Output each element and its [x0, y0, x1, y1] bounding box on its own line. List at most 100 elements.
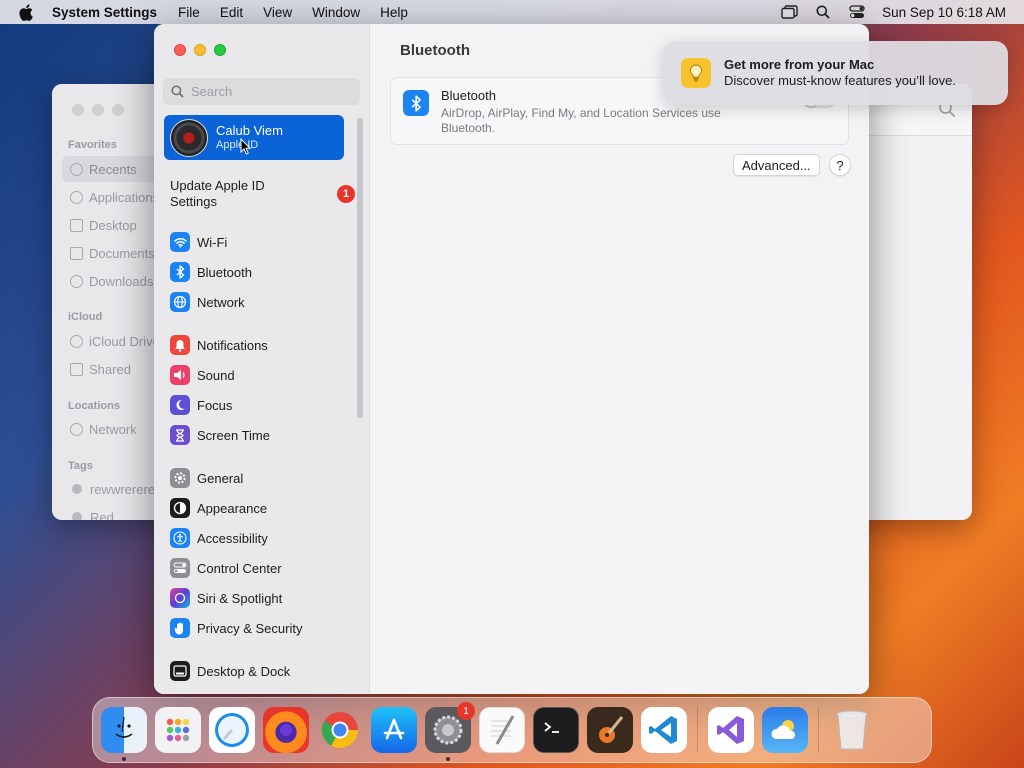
dock-visual-studio[interactable] — [708, 707, 754, 753]
menu-file[interactable]: File — [168, 5, 210, 20]
menu-window[interactable]: Window — [302, 5, 370, 20]
dock-separator — [697, 707, 698, 753]
sidebar-item-wifi[interactable]: Wi-Fi — [170, 230, 227, 254]
sidebar-search[interactable] — [163, 78, 360, 105]
dock-trash[interactable] — [829, 707, 875, 753]
sidebar-item-label: Accessibility — [197, 530, 268, 546]
minimize-window-button[interactable] — [194, 44, 206, 56]
running-indicator — [446, 757, 450, 761]
dock-chrome[interactable] — [317, 707, 363, 753]
clock-icon — [70, 162, 83, 176]
textedit-icon — [491, 715, 515, 745]
finder-icon — [115, 716, 133, 738]
finder-item-label: iCloud Drive — [89, 333, 160, 349]
document-icon — [70, 246, 83, 260]
sidebar-item-label: Network — [197, 294, 245, 310]
sidebar-item-appearance[interactable]: Appearance — [170, 496, 267, 520]
update-apple-id-settings[interactable]: Update Apple ID Settings 1 — [170, 178, 355, 210]
finder-item-label: Red — [90, 509, 114, 521]
menu-app-name[interactable]: System Settings — [52, 5, 168, 20]
dock-safari[interactable] — [209, 707, 255, 753]
dock-textedit[interactable] — [479, 707, 525, 753]
launchpad-icon — [166, 718, 190, 742]
settings-sidebar: Calub Viem Apple ID Update Apple ID Sett… — [154, 24, 370, 694]
sidebar-item-network[interactable]: Network — [170, 290, 245, 314]
dock-finder[interactable] — [101, 707, 147, 761]
avatar — [170, 118, 208, 157]
globe-icon — [170, 292, 190, 312]
sidebar-item-label: Bluetooth — [197, 264, 252, 280]
download-icon — [70, 274, 83, 288]
finder-section-tags: Tags — [68, 460, 93, 472]
dock-firefox[interactable] — [263, 707, 309, 753]
page-title: Bluetooth — [400, 42, 470, 59]
mouse-pointer-icon — [240, 138, 251, 155]
notification-title: Get more from your Mac — [724, 57, 875, 72]
help-button[interactable]: ? — [829, 154, 851, 176]
globe-icon — [70, 422, 83, 436]
sidebar-scrollbar[interactable] — [357, 118, 363, 418]
accessibility-icon — [170, 528, 190, 548]
finder-section-favorites: Favorites — [68, 139, 117, 151]
sidebar-item-notifications[interactable]: Notifications — [170, 333, 268, 357]
desktop-icon — [70, 218, 83, 232]
zoom-window-button[interactable] — [214, 44, 226, 56]
sidebar-item-focus[interactable]: Focus — [170, 393, 232, 417]
control-center-icon[interactable] — [840, 5, 874, 19]
notification-banner[interactable]: Get more from your Mac Discover must-kno… — [663, 41, 1008, 105]
dock-vscode[interactable] — [641, 707, 687, 753]
apple-id-profile[interactable]: Calub Viem Apple ID — [164, 115, 344, 160]
menu-edit[interactable]: Edit — [210, 5, 253, 20]
tag-dot-icon — [72, 512, 82, 520]
search-input[interactable] — [191, 84, 351, 99]
finder-item-label: Downloads — [89, 273, 154, 289]
finder-section-locations: Locations — [68, 400, 120, 412]
dock-separator — [818, 707, 819, 753]
sidebar-item-label: Appearance — [197, 500, 268, 516]
sidebar-item-accessibility[interactable]: Accessibility — [170, 526, 268, 550]
finder-item-label: Desktop — [89, 217, 137, 233]
tag-dot-icon — [72, 484, 82, 494]
sidebar-item-label: Control Center — [197, 560, 282, 576]
sidebar-item-siri-spotlight[interactable]: Siri & Spotlight — [170, 586, 282, 610]
dock-launchpad[interactable] — [155, 707, 201, 753]
sidebar-item-label: Desktop & Dock — [197, 663, 291, 679]
stage-manager-icon[interactable] — [772, 5, 806, 19]
system-settings-window: Calub Viem Apple ID Update Apple ID Sett… — [154, 24, 869, 694]
close-window-button[interactable] — [174, 44, 186, 56]
sidebar-item-control-center[interactable]: Control Center — [170, 556, 282, 580]
applications-icon — [70, 190, 83, 204]
gear-icon — [170, 468, 190, 488]
sidebar-item-label: Focus — [197, 397, 233, 413]
sidebar-item-privacy-security[interactable]: Privacy & Security — [170, 616, 302, 640]
dock-app-store[interactable] — [371, 707, 417, 753]
hand-icon — [170, 618, 190, 638]
advanced-button[interactable]: Advanced... — [733, 154, 820, 176]
menu-clock[interactable]: Sun Sep 10 6:18 AM — [874, 5, 1006, 20]
apple-menu-icon[interactable] — [0, 3, 52, 21]
dock-system-settings[interactable]: 1 — [425, 702, 475, 761]
sidebar-item-desktop-dock[interactable]: Desktop & Dock — [170, 659, 290, 683]
spotlight-search-icon[interactable] — [806, 5, 840, 19]
chrome-icon — [321, 712, 358, 749]
shared-folder-icon — [70, 362, 83, 376]
bluetooth-card-description: AirDrop, AirPlay, Find My, and Location … — [441, 106, 721, 135]
bell-icon — [170, 335, 190, 355]
sidebar-item-sound[interactable]: Sound — [170, 363, 235, 387]
weather-icon — [771, 720, 796, 739]
dock-icon — [170, 661, 190, 681]
finder-item-label: Applications — [89, 189, 160, 205]
sidebar-item-label: Screen Time — [197, 427, 270, 443]
dock-garageband[interactable] — [587, 707, 633, 753]
finder-item-label: Shared — [89, 361, 131, 377]
sidebar-item-bluetooth[interactable]: Bluetooth — [170, 260, 252, 284]
finder-item-label: rewwrerere — [90, 481, 156, 497]
menu-view[interactable]: View — [253, 5, 302, 20]
dock-terminal[interactable] — [533, 707, 579, 753]
sidebar-item-general[interactable]: General — [170, 466, 243, 490]
appearance-icon — [170, 498, 190, 518]
menu-help[interactable]: Help — [370, 5, 418, 20]
dock-weather[interactable] — [762, 707, 808, 753]
dock: 1 — [92, 697, 932, 763]
sidebar-item-screen-time[interactable]: Screen Time — [170, 423, 270, 447]
